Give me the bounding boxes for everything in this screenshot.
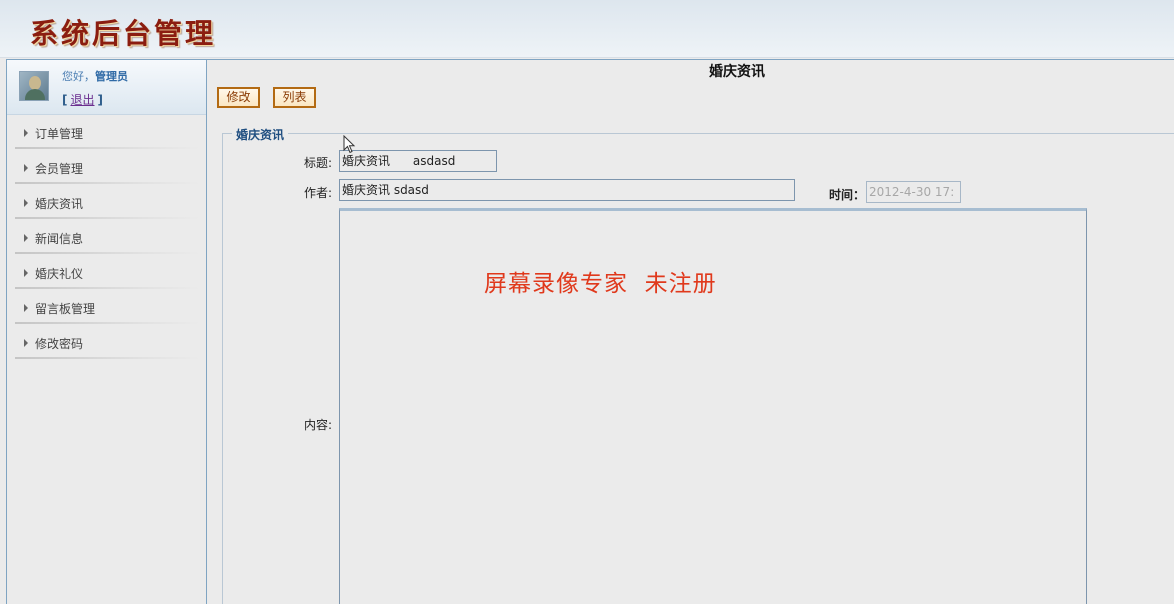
logout-wrap: [退出]	[62, 91, 103, 108]
list-button[interactable]: 列表	[273, 87, 316, 108]
greeting-text: 您好，	[62, 70, 95, 83]
bracket-open: [	[62, 93, 68, 107]
logout-link[interactable]: 退出	[70, 93, 94, 107]
triangle-right-icon	[24, 164, 28, 172]
triangle-right-icon	[24, 199, 28, 207]
page-title: 婚庆资讯	[709, 64, 765, 80]
sidebar-item-orders[interactable]: 订单管理	[7, 115, 206, 150]
triangle-right-icon	[24, 234, 28, 242]
greeting: 您好，管理员	[62, 68, 128, 84]
edit-button[interactable]: 修改	[217, 87, 260, 108]
content-label: 内容:	[304, 418, 333, 432]
bracket-close: ]	[97, 93, 103, 107]
main-panel: 婚庆资讯 修改 列表 婚庆资讯 标题: 婚庆资讯 asdasd 作者: 婚庆资讯…	[207, 59, 1174, 604]
sidebar-item-label: 留言板管理	[35, 302, 96, 316]
author-input[interactable]: 婚庆资讯 sdasd	[339, 179, 795, 201]
triangle-right-icon	[24, 129, 28, 137]
sidebar-item-etiquette[interactable]: 婚庆礼仪	[7, 255, 206, 290]
title-input[interactable]: 婚庆资讯 asdasd	[339, 150, 497, 172]
sidebar: 您好，管理员 [退出] 订单管理 会员管理 婚庆资讯 新闻信息 婚庆礼仪 留言板…	[6, 59, 207, 604]
app-title: 系统后台管理	[30, 17, 217, 50]
avatar	[19, 71, 49, 101]
author-label: 作者:	[304, 186, 333, 200]
sidebar-item-change-password[interactable]: 修改密码	[7, 325, 206, 360]
sidebar-item-label: 订单管理	[35, 127, 84, 141]
triangle-right-icon	[24, 304, 28, 312]
triangle-right-icon	[24, 269, 28, 277]
user-name: 管理员	[95, 70, 128, 83]
watermark-text: 屏幕录像专家 未注册	[484, 271, 717, 297]
user-panel: 您好，管理员 [退出]	[7, 60, 206, 115]
sidebar-item-label: 婚庆礼仪	[35, 267, 84, 281]
sidebar-item-members[interactable]: 会员管理	[7, 150, 206, 185]
triangle-right-icon	[24, 339, 28, 347]
sidebar-item-label: 婚庆资讯	[35, 197, 84, 211]
fieldset-legend: 婚庆资讯	[232, 126, 289, 143]
mouse-cursor-icon	[343, 135, 356, 154]
sidebar-item-wedding-news[interactable]: 婚庆资讯	[7, 185, 206, 220]
sidebar-item-news[interactable]: 新闻信息	[7, 220, 206, 255]
sidebar-item-guestbook[interactable]: 留言板管理	[7, 290, 206, 325]
sidebar-item-label: 会员管理	[35, 162, 84, 176]
title-label: 标题:	[304, 156, 333, 170]
time-label: 时间：	[829, 188, 866, 202]
header: 系统后台管理	[0, 0, 1174, 58]
time-input[interactable]: 2012-4-30 17:	[866, 181, 961, 203]
sidebar-item-label: 修改密码	[35, 337, 84, 351]
sidebar-item-label: 新闻信息	[35, 232, 84, 246]
